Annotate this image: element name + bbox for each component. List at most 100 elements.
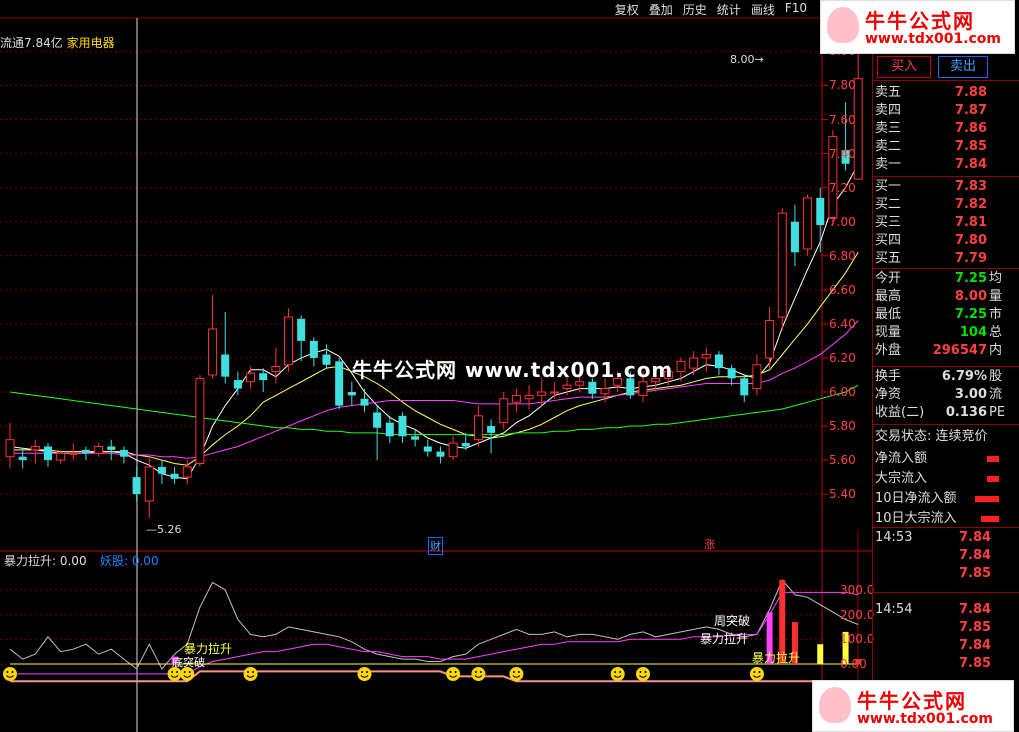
candle-body — [259, 373, 268, 381]
candle-body — [487, 426, 496, 433]
price-tick-label: 7.20 — [829, 180, 856, 195]
candle-body — [727, 368, 736, 379]
candle-body — [473, 415, 483, 441]
row-label: 买一 — [875, 179, 902, 194]
stat-row: 最高 8.00 量 — [875, 288, 1019, 306]
row-value: 7.80 — [954, 233, 987, 248]
price-tick-label: 6.40 — [829, 316, 856, 331]
stat2-row: 净资 3.00 流 — [875, 386, 1019, 404]
row-label: 现量 — [875, 325, 902, 340]
candle-body — [284, 316, 294, 366]
candle-body — [562, 384, 572, 390]
row-label: 卖四 — [875, 103, 902, 118]
candle-body — [68, 452, 78, 455]
candle-body — [81, 449, 90, 454]
bid-row: 买一 7.83 — [875, 178, 1019, 196]
tick-price: 7.84 — [959, 638, 992, 653]
candle-body — [195, 377, 205, 465]
candle-body — [701, 354, 711, 359]
candle-body — [765, 319, 775, 359]
row-extra: 量 — [989, 289, 1003, 304]
bid-row: 买三 7.81 — [875, 214, 1019, 232]
candle-body — [5, 439, 15, 458]
candle-body — [436, 451, 445, 457]
smiley-eye — [247, 671, 250, 673]
row-value: 104 — [959, 325, 987, 340]
low-label: —5.26 — [146, 523, 182, 536]
stat-row: 现量 104 总 — [875, 324, 1019, 342]
row-label: 卖一 — [875, 157, 902, 172]
row-label: 卖五 — [875, 85, 902, 100]
logo-name: 牛牛公式网 — [857, 689, 967, 713]
smiley-icon — [357, 667, 372, 681]
logo-url: www.tdx001.com — [857, 711, 994, 727]
candle-body — [347, 391, 356, 396]
candle-body — [816, 197, 825, 226]
smiley-icon — [446, 667, 461, 681]
logo-name: 牛牛公式网 — [865, 9, 975, 33]
smiley-icon — [749, 667, 764, 681]
candle-body — [777, 212, 787, 318]
row-extra: 均 — [989, 271, 1003, 286]
candle-body — [233, 380, 242, 389]
flow-row: 净流入额 — [875, 450, 1019, 468]
sub-tick-label: 0.00 — [840, 657, 867, 671]
stat-row: 外盘 296547 内 — [875, 342, 1019, 360]
ask-row: 卖五 7.88 — [875, 84, 1019, 102]
candle-body — [119, 449, 128, 457]
tick-time: 14:53 — [875, 530, 913, 545]
smiley-eye — [176, 671, 179, 673]
price-tick-label: 6.00 — [829, 384, 856, 399]
smiley-eye — [639, 671, 642, 673]
sell-button[interactable]: 卖出 — [938, 56, 988, 78]
smiley-eye — [449, 671, 452, 673]
candle-body — [107, 446, 116, 450]
row-value: 7.81 — [954, 215, 987, 230]
candle-body — [714, 354, 723, 369]
flow-row: 大宗流入 — [875, 470, 1019, 488]
buy-button[interactable]: 买入 — [877, 56, 931, 78]
row-value: 7.83 — [954, 179, 987, 194]
logo-url: www.tdx001.com — [865, 31, 1002, 47]
smiley-icon — [636, 667, 650, 681]
row-extra: PE — [989, 405, 1006, 420]
smiley-eye — [758, 671, 761, 673]
candle-body — [588, 381, 597, 394]
smiley-eye — [11, 671, 14, 673]
finance-marker[interactable]: 财 — [428, 537, 443, 555]
row-label: 最低 — [875, 307, 902, 322]
pig-icon — [819, 687, 851, 723]
candle-body — [309, 340, 318, 358]
smiley-eye — [171, 671, 174, 673]
row-label: 最高 — [875, 289, 902, 304]
smiley-eye — [619, 671, 622, 673]
candle-body — [132, 477, 141, 495]
signal-bar — [817, 644, 824, 664]
stat2-row: 收益(二) 0.136 PE — [875, 404, 1019, 422]
row-value: 7.25 — [954, 271, 987, 286]
candle-body — [448, 442, 458, 458]
price-tick-label: 6.80 — [829, 248, 856, 263]
limit-up-marker[interactable]: 涨 — [704, 536, 715, 552]
flow-bar — [975, 496, 999, 502]
flow-row: 10日大宗流入 — [875, 510, 1019, 528]
sub-indicator-title: 暴力拉升: 0.00 — [4, 552, 87, 569]
candle-body — [689, 357, 699, 369]
smiley-eye — [644, 671, 647, 673]
row-label: 卖三 — [875, 121, 902, 136]
tick-price: 7.85 — [959, 566, 992, 581]
smiley-eye — [479, 671, 482, 673]
row-value: 7.82 — [954, 197, 987, 212]
flow-label: 净流入额 — [875, 451, 928, 466]
price-tick-label: 5.80 — [829, 419, 856, 434]
stock-chart-screen: { "menu": ["复权","叠加","历史","统计","画线","F10… — [0, 0, 1019, 732]
row-value: 7.85 — [954, 139, 987, 154]
candle-body — [360, 398, 369, 406]
row-extra: 市 — [989, 307, 1003, 322]
row-label: 换手 — [875, 369, 902, 384]
sub-tick-label: 300.0 — [840, 582, 875, 597]
row-value: 7.25 — [954, 307, 987, 322]
price-tick-label: 7.40 — [829, 146, 856, 161]
sub-tick-label: 200.0 — [840, 607, 875, 622]
candle-body — [30, 445, 40, 451]
